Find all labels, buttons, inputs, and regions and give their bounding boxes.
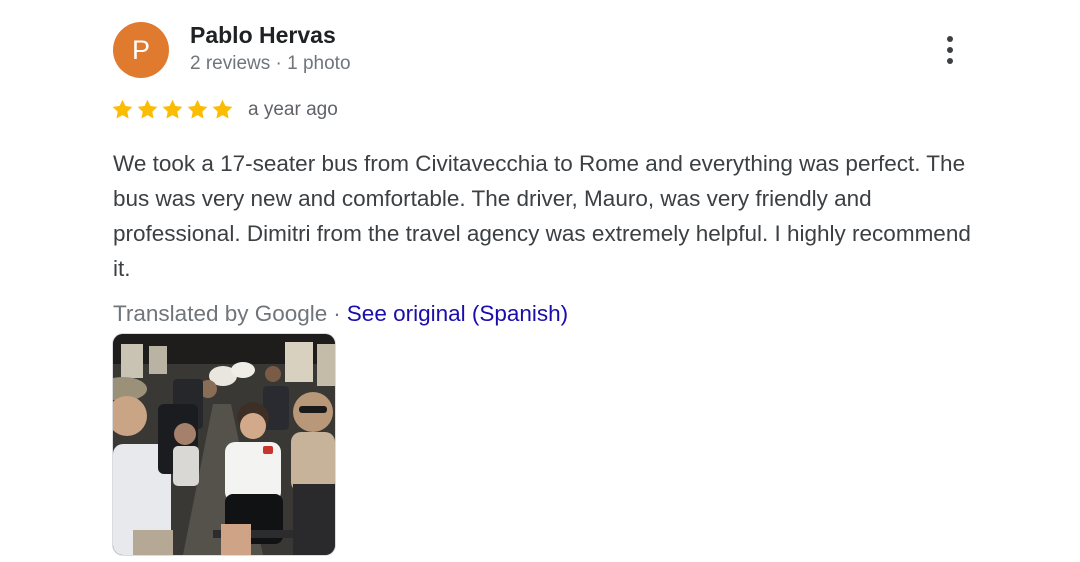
- star-icon: [137, 99, 158, 119]
- see-original-link[interactable]: See original (Spanish): [347, 301, 568, 326]
- reviewer-avatar[interactable]: P: [113, 22, 169, 78]
- translated-by-label: Translated by Google: [113, 301, 328, 326]
- star-icon: [212, 99, 233, 119]
- star-rating: [111, 98, 234, 121]
- more-options-button[interactable]: [934, 30, 966, 70]
- review-photo[interactable]: [113, 334, 335, 555]
- rating-row: a year ago: [111, 98, 338, 121]
- review-text: We took a 17-seater bus from Civitavecch…: [113, 151, 971, 281]
- bus-interior-photo: [113, 334, 335, 555]
- star-icon: [112, 99, 133, 119]
- reviewer-meta: 2 reviews · 1 photo: [190, 53, 351, 74]
- star-icon: [162, 99, 183, 119]
- review-time: a year ago: [248, 98, 338, 120]
- reviewer-name[interactable]: Pablo Hervas: [190, 22, 336, 49]
- avatar-initial: P: [131, 34, 150, 65]
- star-icon: [187, 99, 208, 119]
- translation-separator: ·: [333, 301, 341, 326]
- translation-row: Translated by Google · See original (Spani…: [113, 301, 568, 327]
- more-vert-icon: [947, 36, 953, 42]
